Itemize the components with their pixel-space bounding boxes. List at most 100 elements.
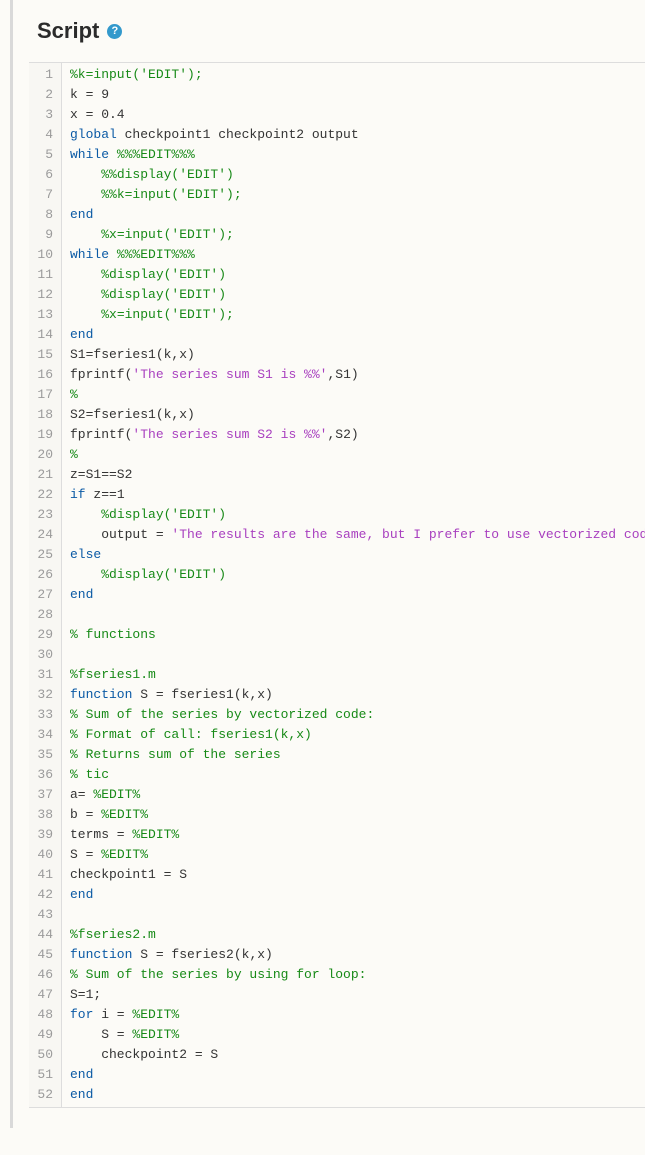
code-line[interactable]: global checkpoint1 checkpoint2 output [70,125,645,145]
code-line[interactable]: end [70,585,645,605]
code-line[interactable]: S = %EDIT% [70,845,645,865]
code-line[interactable]: while %%%EDIT%%% [70,145,645,165]
code-line[interactable]: end [70,1065,645,1085]
code-line[interactable] [70,645,645,665]
line-number: 31 [35,665,53,685]
code-line[interactable]: % Sum of the series by vectorized code: [70,705,645,725]
code-line[interactable]: fprintf('The series sum S2 is %%',S2) [70,425,645,445]
code-line[interactable]: end [70,1085,645,1105]
code-line[interactable]: % functions [70,625,645,645]
code-token: b = [70,807,101,822]
line-number: 1 [35,65,53,85]
line-number: 40 [35,845,53,865]
line-number: 30 [35,645,53,665]
code-line[interactable]: S=1; [70,985,645,1005]
code-line[interactable]: if z==1 [70,485,645,505]
code-token: %display('EDIT') [101,287,226,302]
code-token: %EDIT% [101,807,148,822]
code-token: end [70,587,93,602]
code-token: fprintf( [70,427,132,442]
code-line[interactable]: % Format of call: fseries1(k,x) [70,725,645,745]
code-line[interactable]: while %%%EDIT%%% [70,245,645,265]
code-line[interactable]: %%display('EDIT') [70,165,645,185]
code-line[interactable]: % Returns sum of the series [70,745,645,765]
code-token: %EDIT% [132,1027,179,1042]
code-editor[interactable]: 1234567891011121314151617181920212223242… [29,62,645,1108]
code-line[interactable] [70,905,645,925]
code-line[interactable]: terms = %EDIT% [70,825,645,845]
line-number: 20 [35,445,53,465]
code-token: while [70,247,109,262]
code-line[interactable]: %k=input('EDIT'); [70,65,645,85]
line-number: 42 [35,885,53,905]
help-icon[interactable]: ? [107,24,122,39]
code-line[interactable]: a= %EDIT% [70,785,645,805]
code-line[interactable]: %x=input('EDIT'); [70,225,645,245]
code-token: % [70,387,78,402]
code-token [70,567,101,582]
line-number: 6 [35,165,53,185]
line-number: 25 [35,545,53,565]
code-line[interactable]: end [70,325,645,345]
code-line[interactable]: %fseries2.m [70,925,645,945]
code-line[interactable]: checkpoint2 = S [70,1045,645,1065]
code-area[interactable]: %k=input('EDIT');k = 9x = 0.4global chec… [62,63,645,1107]
code-line[interactable]: S = %EDIT% [70,1025,645,1045]
code-line[interactable]: end [70,205,645,225]
code-line[interactable]: function S = fseries2(k,x) [70,945,645,965]
code-line[interactable]: output = 'The results are the same, but … [70,525,645,545]
code-line[interactable]: %display('EDIT') [70,285,645,305]
code-token: % Format of call: fseries1(k,x) [70,727,312,742]
code-token: end [70,327,93,342]
code-line[interactable]: % tic [70,765,645,785]
code-token: end [70,1087,93,1102]
code-line[interactable]: k = 9 [70,85,645,105]
code-token: % Returns sum of the series [70,747,281,762]
code-line[interactable]: S1=fseries1(k,x) [70,345,645,365]
line-number: 3 [35,105,53,125]
code-line[interactable]: %x=input('EDIT'); [70,305,645,325]
code-line[interactable]: b = %EDIT% [70,805,645,825]
code-line[interactable]: % Sum of the series by using for loop: [70,965,645,985]
line-number: 11 [35,265,53,285]
line-number: 13 [35,305,53,325]
code-token: S = fseries2(k,x) [132,947,272,962]
code-line[interactable] [70,605,645,625]
code-token: end [70,887,93,902]
code-token: %EDIT% [132,827,179,842]
code-line[interactable]: z=S1==S2 [70,465,645,485]
line-number: 36 [35,765,53,785]
code-line[interactable]: for i = %EDIT% [70,1005,645,1025]
line-number: 15 [35,345,53,365]
code-line[interactable]: %fseries1.m [70,665,645,685]
code-line[interactable]: % [70,385,645,405]
line-number: 27 [35,585,53,605]
code-line[interactable]: %display('EDIT') [70,505,645,525]
code-line[interactable]: end [70,885,645,905]
code-token: global [70,127,117,142]
code-token: checkpoint1 checkpoint2 output [117,127,359,142]
code-line[interactable]: %display('EDIT') [70,265,645,285]
code-token: ,S2) [327,427,358,442]
code-line[interactable]: else [70,545,645,565]
code-line[interactable]: x = 0.4 [70,105,645,125]
code-token: if [70,487,86,502]
code-token: function [70,947,132,962]
code-token: %fseries1.m [70,667,156,682]
code-line[interactable]: fprintf('The series sum S1 is %%',S1) [70,365,645,385]
code-token: function [70,687,132,702]
code-token: S = [70,1027,132,1042]
code-token: terms = [70,827,132,842]
code-token: checkpoint1 = S [70,867,187,882]
code-line[interactable]: function S = fseries1(k,x) [70,685,645,705]
code-line[interactable]: S2=fseries1(k,x) [70,405,645,425]
code-line[interactable]: % [70,445,645,465]
code-token [70,267,101,282]
code-line[interactable]: %display('EDIT') [70,565,645,585]
code-line[interactable]: %%k=input('EDIT'); [70,185,645,205]
code-token: % Sum of the series by using for loop: [70,967,366,982]
line-number-gutter: 1234567891011121314151617181920212223242… [29,63,62,1107]
code-token: S2=fseries1(k,x) [70,407,195,422]
code-line[interactable]: checkpoint1 = S [70,865,645,885]
line-number: 49 [35,1025,53,1045]
